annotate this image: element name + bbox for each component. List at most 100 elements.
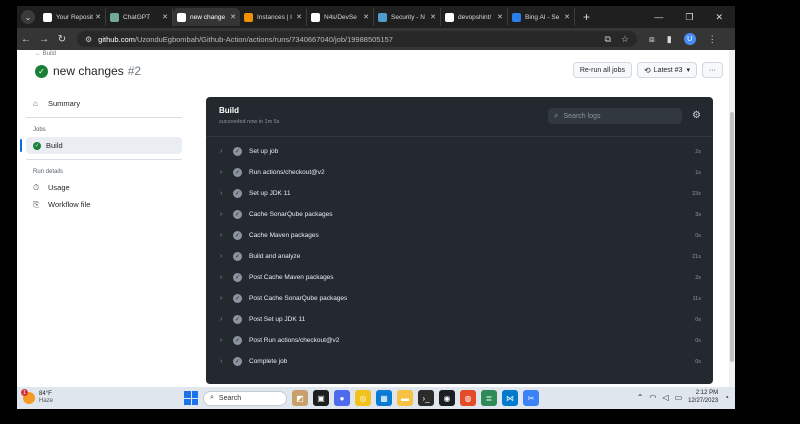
weather-condition: Haze [39, 398, 54, 404]
site-info-icon[interactable]: ⚙ [85, 35, 92, 44]
url-bar[interactable]: ⚙ github.com /UzonduEgbombah/Github-Acti… [77, 31, 637, 47]
log-step-row[interactable]: › ✓ Cache Maven packages 0s [206, 225, 713, 246]
search-logs-input[interactable]: ⌕ Search logs [548, 108, 682, 124]
chrome-canary-icon[interactable]: ◎ [355, 390, 371, 406]
snipping-tool-icon[interactable]: ✂ [523, 390, 539, 406]
reload-icon[interactable]: ↻ [53, 34, 71, 45]
scrollbar-thumb[interactable] [730, 112, 734, 362]
step-name: Build and analyze [249, 253, 301, 260]
tab-search-icon[interactable]: ⌄ [21, 10, 35, 24]
rerun-all-jobs-button[interactable]: Re-run all jobs [572, 62, 632, 78]
chat-icon[interactable]: ● [334, 390, 350, 406]
log-step-row[interactable]: › ✓ Cache SonarQube packages 3s [206, 204, 713, 225]
search-icon: ⌕ [554, 111, 559, 120]
chrome-icon[interactable]: ◍ [460, 390, 476, 406]
task-view-icon[interactable]: ▣ [313, 390, 329, 406]
log-header: Build succeeded now in 1m 5s ⌕ Search log… [206, 97, 713, 137]
sun-haze-icon: 1 [21, 389, 35, 404]
history-icon: ⟲ [643, 65, 651, 75]
browser-tab[interactable]: Security - N ✕ [374, 8, 441, 26]
log-step-row[interactable]: › ✓ Set up job 2s [206, 141, 713, 162]
browser-tab[interactable]: Bing AI - Se ✕ [508, 8, 575, 26]
extensions-icon[interactable]: ⧈ [649, 34, 655, 45]
home-icon: ⌂ [33, 99, 38, 108]
close-tab-icon[interactable]: ✕ [564, 13, 570, 21]
close-window-icon[interactable]: ✕ [715, 12, 723, 23]
close-tab-icon[interactable]: ✕ [430, 13, 436, 21]
side-panel-icon[interactable]: ▮ [667, 34, 672, 45]
volume-icon[interactable]: ◁ [662, 393, 668, 402]
close-tab-icon[interactable]: ✕ [497, 13, 503, 21]
log-settings-gear-icon[interactable]: ⚙ [692, 110, 701, 121]
browser-tab[interactable]: Instances | I ✕ [240, 8, 307, 26]
tab-title: N4s/DevSe [324, 13, 357, 21]
log-step-row[interactable]: › ✓ Post Cache SonarQube packages 11s [206, 288, 713, 309]
browser-tab[interactable]: new change ✕ [173, 8, 240, 26]
install-app-icon[interactable]: ⧉ [604, 34, 610, 45]
log-step-row[interactable]: › ✓ Run actions/checkout@v2 1s [206, 162, 713, 183]
chevron-up-icon[interactable]: ⌃ [637, 393, 644, 402]
github-desktop-icon[interactable]: ◉ [439, 390, 455, 406]
taskbar-search-label: Search [218, 394, 242, 402]
latest-label: Latest #3 [653, 66, 683, 74]
close-tab-icon[interactable]: ✕ [95, 13, 101, 21]
breadcrumb[interactable]: ← Build [35, 51, 56, 57]
tab-title: Instances | I [257, 13, 292, 21]
sidebar-item-usage[interactable]: ⏱ Usage [26, 179, 182, 196]
step-list: › ✓ Set up job 2s › ✓ Run actions/checkout@v2 1… [206, 137, 713, 372]
sidebar-item-workflow-file[interactable]: ⎘ Workflow file [26, 196, 182, 213]
page-scrollbar[interactable] [729, 50, 735, 387]
wifi-icon[interactable]: ◠ [649, 393, 656, 402]
browser-tab[interactable]: N4s/DevSe ✕ [307, 8, 374, 26]
back-icon[interactable]: ← [17, 34, 35, 45]
log-step-row[interactable]: › ✓ Complete job 0s [206, 351, 713, 372]
summary-label: Summary [48, 99, 81, 108]
file-explorer-icon[interactable]: ▬ [397, 390, 413, 406]
battery-icon[interactable]: ▭ [675, 393, 683, 402]
restore-icon[interactable]: ❐ [685, 12, 693, 23]
more-options-button[interactable]: ··· [702, 62, 723, 78]
close-tab-icon[interactable]: ✕ [162, 13, 168, 21]
browser-tab[interactable]: Your Reposit ✕ [39, 8, 106, 26]
minimize-icon[interactable]: — [654, 12, 663, 23]
clock[interactable]: 2:12 PM 12/27/2023 [688, 389, 718, 405]
chevron-right-icon: › [220, 316, 223, 323]
taskbar-search-box[interactable]: ⌕ Search [203, 390, 287, 406]
weather-widget[interactable]: 1 84°F Haze [21, 389, 54, 405]
bookmark-star-icon[interactable]: ☆ [621, 34, 629, 45]
step-duration: 2s [695, 274, 701, 281]
log-step-row[interactable]: › ✓ Set up JDK 11 23s [206, 183, 713, 204]
browser-menu-icon[interactable]: ⋮ [708, 34, 717, 45]
kebab-horizontal-icon: ··· [709, 66, 716, 74]
chevron-right-icon: › [220, 232, 223, 239]
log-step-row[interactable]: › ✓ Post Set up JDK 11 0s [206, 309, 713, 330]
vscode-icon[interactable]: ⋈ [502, 390, 518, 406]
forward-icon[interactable]: → [35, 34, 53, 45]
store-icon[interactable]: ▦ [376, 390, 392, 406]
browser-tab[interactable]: ChatGPT ✕ [106, 8, 173, 26]
close-tab-icon[interactable]: ✕ [363, 13, 369, 21]
log-step-row[interactable]: › ✓ Post Run actions/checkout@v2 0s [206, 330, 713, 351]
notifications-icon[interactable]: ◔ [724, 393, 729, 402]
terminal-icon[interactable]: ›_ [418, 390, 434, 406]
windows-start-icon[interactable] [184, 391, 198, 405]
notepad-icon[interactable]: ≣ [481, 390, 497, 406]
log-step-row[interactable]: › ✓ Build and analyze 21s [206, 246, 713, 267]
log-step-row[interactable]: › ✓ Post Cache Maven packages 2s [206, 267, 713, 288]
new-tab-icon[interactable]: + [583, 10, 590, 24]
windows-taskbar: 1 84°F Haze ⌕ Search ◩ ▣ ● ◎ ▦ ▬ ›_ ◉ ◍ ≣ … [17, 387, 735, 409]
close-tab-icon[interactable]: ✕ [230, 13, 236, 21]
profile-avatar[interactable]: U [683, 33, 696, 45]
sidebar-item-build-job[interactable]: ✓ Build [20, 137, 182, 154]
browser-tab[interactable]: devopshint/ ✕ [441, 8, 508, 26]
step-name: Run actions/checkout@v2 [249, 169, 325, 176]
chatgpt-icon [110, 12, 119, 22]
step-name: Post Set up JDK 11 [249, 316, 306, 323]
system-tray: ⌃ ◠ ◁ ▭ 2:12 PM 12/27/2023 ◔ [637, 389, 729, 405]
latest-attempt-dropdown[interactable]: ⟲ Latest #3 ▾ [636, 62, 697, 78]
notification-badge: 1 [21, 389, 28, 396]
widgets-icon[interactable]: ◩ [292, 390, 308, 406]
close-tab-icon[interactable]: ✕ [296, 13, 302, 21]
sidebar-item-summary[interactable]: ⌂ Summary [26, 95, 182, 112]
file-code-icon: ⎘ [33, 199, 40, 209]
